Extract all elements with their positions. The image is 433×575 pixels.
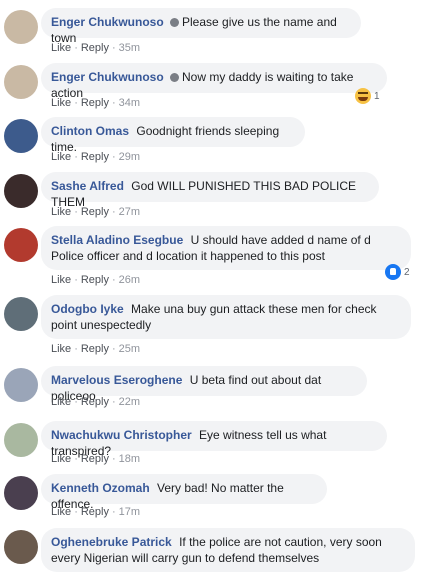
- reply-link[interactable]: Reply: [81, 396, 109, 408]
- top-fan-badge-icon: [169, 73, 179, 82]
- avatar[interactable]: [4, 297, 38, 331]
- comment-actions: Like · Reply · 26m: [51, 274, 141, 286]
- comment-bubble: Enger Chukwunoso Now my daddy is waiting…: [41, 63, 387, 100]
- comment-bubble: Sashe Alfred God WILL PUNISHED THIS BAD …: [41, 172, 379, 209]
- commenter-name[interactable]: Sashe Alfred: [51, 179, 124, 193]
- commenter-name[interactable]: Enger Chukwunoso: [51, 70, 164, 84]
- comment-bubble: Clinton Omas Goodnight friends sleeping …: [41, 117, 305, 154]
- avatar[interactable]: [4, 423, 38, 457]
- comment-bubble: Oghenebruke Patrick If the police are no…: [41, 528, 415, 572]
- reaction-summary[interactable]: 2: [385, 263, 410, 281]
- comment-bubble: Nwachukwu Christopher Eye witness tell u…: [41, 421, 387, 458]
- like-link[interactable]: Like: [51, 343, 71, 355]
- comment-bubble: Marvelous Eseroghene U beta find out abo…: [41, 366, 367, 403]
- like-link[interactable]: Like: [51, 97, 71, 109]
- avatar[interactable]: [4, 65, 38, 99]
- comment-bubble: Stella Aladino Esegbue U should have add…: [41, 226, 411, 270]
- comment-actions: Like · Reply · 17m: [51, 506, 141, 518]
- commenter-name[interactable]: Marvelous Eseroghene: [51, 373, 182, 387]
- like-link[interactable]: Like: [51, 506, 71, 518]
- comment-actions: Like · Reply · 34m: [51, 97, 141, 109]
- reaction-count: 1: [374, 90, 380, 102]
- commenter-name[interactable]: Kenneth Ozomah: [51, 481, 150, 495]
- comment-actions: Like · Reply · 22m: [51, 396, 141, 408]
- reply-link[interactable]: Reply: [81, 206, 109, 218]
- like-link[interactable]: Like: [51, 453, 71, 465]
- commenter-name[interactable]: Odogbo Iyke: [51, 302, 124, 316]
- comment-actions: Like · Reply · 25m: [51, 343, 141, 355]
- comment-time[interactable]: 25m: [119, 343, 140, 355]
- comment-actions: Like · Reply · 18m: [51, 453, 141, 465]
- commenter-name[interactable]: Enger Chukwunoso: [51, 15, 164, 29]
- comment-actions: Like · Reply · 29m: [51, 151, 141, 163]
- avatar[interactable]: [4, 119, 38, 153]
- comment-bubble: Odogbo Iyke Make una buy gun attack thes…: [41, 295, 411, 339]
- comment-actions: Like · Reply · 27m: [51, 206, 141, 218]
- avatar[interactable]: [4, 228, 38, 262]
- like-link[interactable]: Like: [51, 151, 71, 163]
- like-link[interactable]: Like: [51, 396, 71, 408]
- avatar[interactable]: [4, 530, 38, 564]
- comment-bubble: Kenneth Ozomah Very bad! No matter the o…: [41, 474, 327, 511]
- comment-time[interactable]: 29m: [119, 151, 140, 163]
- reply-link[interactable]: Reply: [81, 274, 109, 286]
- comment-time[interactable]: 27m: [119, 206, 140, 218]
- haha-emoji-icon: [355, 88, 371, 104]
- comment-bubble: Enger Chukwunoso Please give us the name…: [41, 8, 361, 45]
- reply-link[interactable]: Reply: [81, 42, 109, 54]
- reply-link[interactable]: Reply: [81, 506, 109, 518]
- commenter-name[interactable]: Nwachukwu Christopher: [51, 428, 192, 442]
- like-reaction-icon: [385, 264, 401, 280]
- avatar[interactable]: [4, 174, 38, 208]
- comment-time[interactable]: 17m: [119, 506, 140, 518]
- like-link[interactable]: Like: [51, 42, 71, 54]
- comment-time[interactable]: 35m: [119, 42, 140, 54]
- reply-link[interactable]: Reply: [81, 151, 109, 163]
- reaction-count: 2: [404, 266, 410, 278]
- like-link[interactable]: Like: [51, 206, 71, 218]
- reply-link[interactable]: Reply: [81, 97, 109, 109]
- avatar[interactable]: [4, 368, 38, 402]
- comment-time[interactable]: 22m: [119, 396, 140, 408]
- avatar[interactable]: [4, 476, 38, 510]
- reaction-summary[interactable]: 1: [355, 87, 380, 105]
- commenter-name[interactable]: Oghenebruke Patrick: [51, 535, 172, 549]
- avatar[interactable]: [4, 10, 38, 44]
- commenter-name[interactable]: Stella Aladino Esegbue: [51, 233, 183, 247]
- reply-link[interactable]: Reply: [81, 453, 109, 465]
- comment-time[interactable]: 34m: [119, 97, 140, 109]
- top-fan-badge-icon: [169, 18, 179, 27]
- comment-time[interactable]: 18m: [119, 453, 140, 465]
- comment-actions: Like · Reply · 35m: [51, 42, 141, 54]
- like-link[interactable]: Like: [51, 274, 71, 286]
- commenter-name[interactable]: Clinton Omas: [51, 124, 129, 138]
- comment-time[interactable]: 26m: [119, 274, 140, 286]
- comment-list: Enger Chukwunoso Please give us the name…: [0, 0, 433, 575]
- reply-link[interactable]: Reply: [81, 343, 109, 355]
